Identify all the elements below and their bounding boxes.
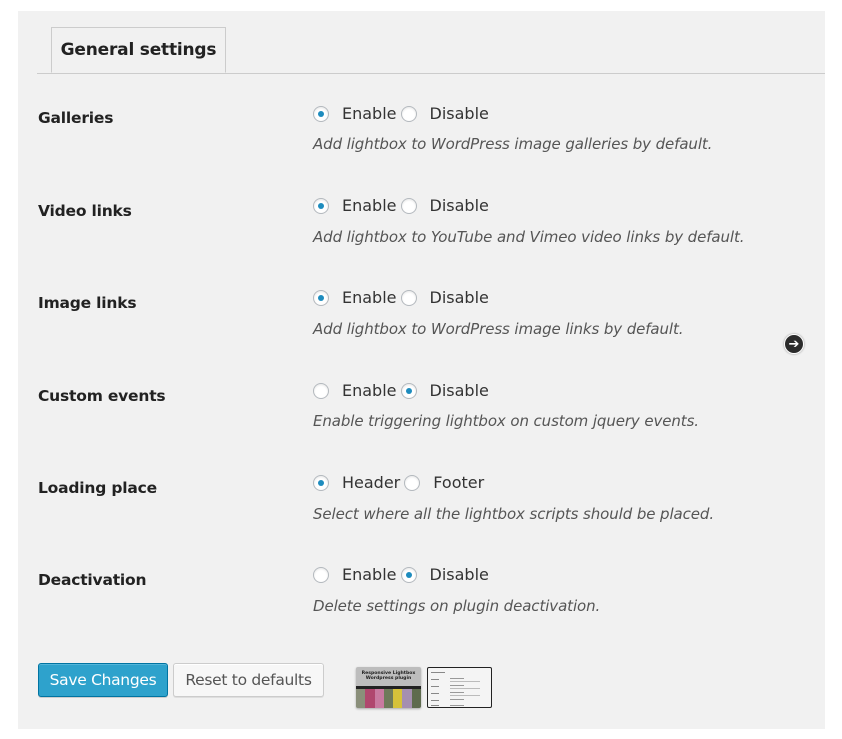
tab-divider <box>37 73 825 74</box>
option-label[interactable]: Disable <box>430 288 489 307</box>
radio-image-links-enable[interactable] <box>313 289 329 306</box>
setting-description: Add lightbox to WordPress image gallerie… <box>313 135 713 153</box>
option-label[interactable]: Footer <box>433 473 484 492</box>
screenshot-thumbnail-1[interactable]: Responsive Lightbox Wordpress plugin <box>356 667 421 708</box>
radio-group-image-links: Enable Disable <box>313 288 493 307</box>
radio-loading-place-footer[interactable] <box>404 474 421 491</box>
thumbnail-line <box>431 693 439 694</box>
arrow-right-glyph: ➔ <box>788 336 800 352</box>
thumbnail-line <box>450 695 480 696</box>
option-label[interactable]: Disable <box>430 196 489 215</box>
setting-description: Select where all the lightbox scripts sh… <box>313 505 714 523</box>
option-label[interactable]: Enable <box>342 381 397 400</box>
thumbnail-line <box>450 685 464 686</box>
setting-description: Add lightbox to WordPress image links by… <box>313 320 684 338</box>
radio-checked-dot <box>405 571 412 578</box>
radio-group-loading-place: Header Footer <box>313 473 488 492</box>
radio-custom-events-disable[interactable] <box>400 382 417 399</box>
setting-label-video-links: Video links <box>38 202 132 220</box>
option-label[interactable]: Disable <box>430 565 489 584</box>
thumbnail-title: Responsive Lightbox Wordpress plugin <box>361 671 416 681</box>
radio-loading-place-header[interactable] <box>313 474 329 491</box>
setting-label-deactivation: Deactivation <box>38 571 147 589</box>
thumbnail-line <box>450 688 480 689</box>
setting-label-galleries: Galleries <box>38 109 114 127</box>
thumbnail-line <box>450 692 464 693</box>
radio-checked-dot <box>318 294 324 301</box>
thumbnail-line <box>431 672 445 673</box>
thumbnail-line <box>431 686 439 687</box>
option-label[interactable]: Disable <box>430 104 489 123</box>
option-label[interactable]: Disable <box>430 381 489 400</box>
radio-image-links-disable[interactable] <box>400 289 417 306</box>
option-label[interactable]: Enable <box>342 565 397 584</box>
radio-checked-dot <box>318 479 324 486</box>
radio-checked-dot <box>318 202 324 209</box>
reset-to-defaults-button[interactable]: Reset to defaults <box>173 663 324 697</box>
thumbnail-line <box>450 681 480 682</box>
radio-video-links-enable[interactable] <box>313 197 329 214</box>
thumbnail-line <box>450 699 464 700</box>
thumbnail-line <box>450 705 464 706</box>
radio-group-custom-events: Enable Disable <box>313 381 493 400</box>
thumbnail-line <box>431 705 439 706</box>
arrow-right-circle-icon[interactable]: ➔ <box>784 334 804 354</box>
radio-galleries-enable[interactable] <box>313 105 329 122</box>
screenshot-thumbnail-2[interactable] <box>427 667 492 708</box>
option-label[interactable]: Enable <box>342 288 397 307</box>
thumbnail-line <box>450 678 464 679</box>
radio-group-deactivation: Enable Disable <box>313 565 493 584</box>
radio-group-galleries: Enable Disable <box>313 104 493 123</box>
radio-galleries-disable[interactable] <box>400 105 417 122</box>
setting-label-custom-events: Custom events <box>38 387 166 405</box>
thumbnail-line <box>431 679 439 680</box>
setting-description: Add lightbox to YouTube and Vimeo video … <box>313 228 745 246</box>
option-label[interactable]: Header <box>342 473 400 492</box>
tab-label: General settings <box>60 40 217 60</box>
radio-deactivation-disable[interactable] <box>400 566 417 583</box>
option-label[interactable]: Enable <box>342 104 397 123</box>
setting-description: Enable triggering lightbox on custom jqu… <box>313 412 699 430</box>
radio-checked-dot <box>405 387 412 394</box>
option-label[interactable]: Enable <box>342 196 397 215</box>
thumbnail-photo <box>356 689 421 708</box>
radio-video-links-disable[interactable] <box>400 197 417 214</box>
setting-label-image-links: Image links <box>38 294 137 312</box>
setting-description: Delete settings on plugin deactivation. <box>313 597 601 615</box>
save-changes-button[interactable]: Save Changes <box>38 663 168 697</box>
radio-deactivation-enable[interactable] <box>313 566 329 583</box>
radio-checked-dot <box>318 110 324 117</box>
thumbnail-line <box>431 700 439 701</box>
setting-label-loading-place: Loading place <box>38 479 157 497</box>
radio-group-video-links: Enable Disable <box>313 196 493 215</box>
radio-custom-events-enable[interactable] <box>313 382 329 399</box>
tab-general-settings[interactable]: General settings <box>51 27 226 73</box>
